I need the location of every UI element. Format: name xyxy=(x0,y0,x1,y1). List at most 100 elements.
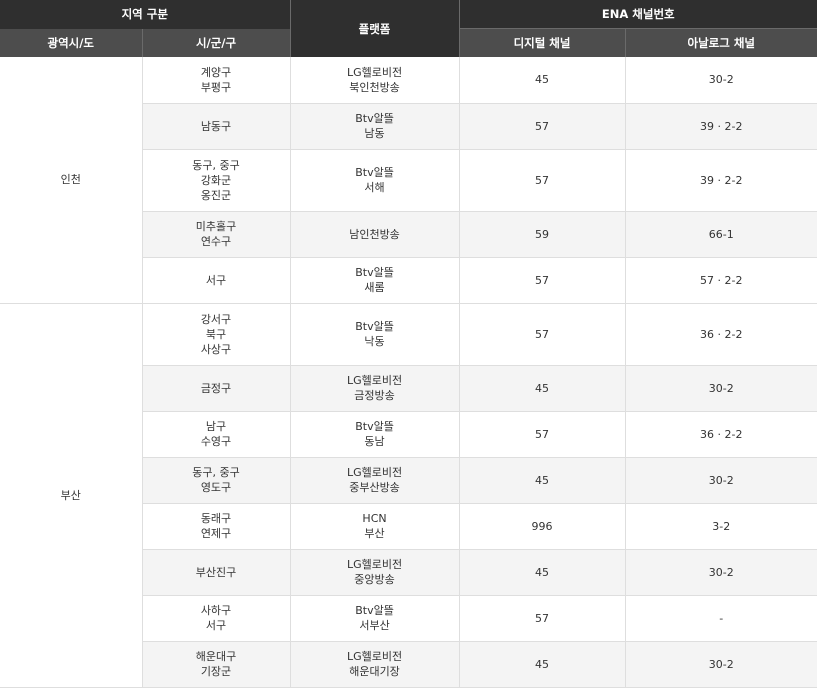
district-cell: 강서구 북구 사상구 xyxy=(142,303,291,366)
header-digital: 디지털 채널 xyxy=(459,28,626,57)
platform-cell-line: 남인천방송 xyxy=(349,227,400,241)
district-cell-line: 수영구 xyxy=(200,435,232,448)
table-row: 인천 계양구 부평구 LG헬로비전 북인천방송 45 30-2 xyxy=(0,57,817,304)
channel-table: 지역 구분 플랫폼 ENA 채널번호 광역시/도 시/군/구 디지털 채널 아날… xyxy=(0,0,817,688)
district-cell: 계양구 부평구 xyxy=(142,57,291,104)
district-cell-line: 부평구 xyxy=(200,80,232,94)
platform-cell-line: 낙동 xyxy=(364,335,385,348)
analog-channel-cell: - xyxy=(624,595,817,642)
platform-cell-line: 북인천방송 xyxy=(349,80,400,94)
district-cell: 해운대구기장군 xyxy=(142,641,291,688)
platform-cell-line: Btv알뜰 xyxy=(355,604,394,617)
platform-cell: 남인천방송 xyxy=(289,211,460,258)
district-cell-line: 동래구 xyxy=(200,512,232,525)
analog-channel-cell: 36 · 2-2 xyxy=(624,303,817,366)
platform-cell-line: Btv알뜰 xyxy=(355,112,394,125)
district-cell-line: 남구 xyxy=(205,420,227,433)
digital-channel-cell: 57 xyxy=(458,103,626,150)
platform-cell-line: HCN xyxy=(362,512,387,525)
platform-cell-line: Btv알뜰 xyxy=(355,320,394,333)
table-body: 인천 계양구 부평구 LG헬로비전 북인천방송 45 30-2 남동구 Btv알뜰 남동 57 39 … xyxy=(0,57,817,688)
platform-cell: LG헬로비전해운대기장 xyxy=(289,641,460,688)
platform-cell-line: LG헬로비전 xyxy=(346,650,403,663)
district-cell-line: 기장군 xyxy=(200,665,232,678)
district-cell: 서구 xyxy=(142,257,291,304)
header-channel-group: ENA 채널번호 xyxy=(459,0,817,29)
analog-channel-cell: 3-2 xyxy=(624,503,817,550)
platform-cell: Btv알뜰서해 xyxy=(289,149,460,212)
platform-cell: LG헬로비전 북인천방송 xyxy=(289,57,460,104)
analog-channel-cell: 36 · 2-2 xyxy=(624,411,817,458)
district-cell: 사하구서구 xyxy=(142,595,291,642)
header-region-group: 지역 구분 xyxy=(0,0,291,29)
platform-cell: LG헬로비전 중부산방송 xyxy=(289,457,460,504)
table-header: 지역 구분 플랫폼 ENA 채널번호 광역시/도 시/군/구 디지털 채널 아날… xyxy=(0,0,817,57)
platform-cell-line: 중부산방송 xyxy=(349,481,400,494)
platform-cell-line: 금정방송 xyxy=(354,389,395,402)
platform-cell: Btv알뜰서부산 xyxy=(289,595,460,642)
digital-channel-cell: 57 xyxy=(458,257,626,304)
platform-cell-line: 부산 xyxy=(364,527,385,540)
district-cell-line: 동구, 중구 xyxy=(192,158,240,172)
platform-cell: Btv알뜰 동남 xyxy=(289,411,460,458)
district-cell: 미추홀구연수구 xyxy=(142,211,291,258)
platform-cell-line: 해운대기장 xyxy=(349,665,400,678)
district-cell: 동구, 중구 영도구 xyxy=(142,457,291,504)
province-cell: 부산 xyxy=(0,303,143,688)
district-cell-line: 사하구 xyxy=(200,604,232,617)
analog-channel-cell: 30-2 xyxy=(624,641,817,688)
digital-channel-cell: 45 xyxy=(458,549,626,596)
district-cell-line: 계양구 xyxy=(200,65,232,79)
district-cell-line: 연수구 xyxy=(200,235,232,248)
digital-channel-cell: 45 xyxy=(458,57,626,104)
district-cell-line: 북구 xyxy=(205,327,227,341)
platform-cell-line: 서부산 xyxy=(359,619,390,632)
digital-channel-cell: 59 xyxy=(458,211,626,258)
platform-cell-line: 서해 xyxy=(364,181,385,194)
district-cell-line: 서구 xyxy=(205,273,227,287)
district-cell: 부산진구 xyxy=(142,549,291,596)
header-platform: 플랫폼 xyxy=(290,0,460,57)
digital-channel-cell: 996 xyxy=(458,503,626,550)
analog-channel-cell: 39 · 2-2 xyxy=(624,149,817,212)
platform-cell: LG헬로비전금정방송 xyxy=(289,365,460,412)
district-cell-line: 강화군 xyxy=(200,173,232,187)
district-cell: 동구, 중구 강화군 옹진군 xyxy=(142,149,291,212)
analog-channel-cell: 30-2 xyxy=(624,57,817,104)
platform-cell-line: 새롬 xyxy=(364,281,385,294)
digital-channel-cell: 45 xyxy=(458,641,626,688)
analog-channel-cell: 30-2 xyxy=(624,457,817,504)
platform-cell-line: 남동 xyxy=(364,127,385,140)
header-district: 시/군/구 xyxy=(142,28,291,57)
district-cell: 남구수영구 xyxy=(142,411,291,458)
district-cell: 금정구 xyxy=(142,365,291,412)
digital-channel-cell: 57 xyxy=(458,411,626,458)
district-cell-line: 부산진구 xyxy=(195,565,237,579)
platform-cell-line: 중앙방송 xyxy=(354,573,395,586)
district-cell-line: 금정구 xyxy=(200,381,232,395)
platform-cell: Btv알뜰낙동 xyxy=(289,303,460,366)
district-cell: 남동구 xyxy=(142,103,291,150)
platform-cell: Btv알뜰남동 xyxy=(289,103,460,150)
district-cell-line: 서구 xyxy=(205,619,227,632)
platform-cell-line: LG헬로비전 xyxy=(346,558,403,571)
district-cell-line: 옹진군 xyxy=(200,188,232,202)
platform-cell-line: Btv알뜰 xyxy=(355,166,394,179)
platform-cell-line: LG헬로비전 xyxy=(346,374,403,387)
analog-channel-cell: 30-2 xyxy=(624,549,817,596)
platform-cell: HCN 부산 xyxy=(289,503,460,550)
table-row: 부산 강서구 북구 사상구 Btv알뜰 낙동 57 36 · 2-2 xyxy=(0,303,817,688)
analog-channel-cell: 39 · 2-2 xyxy=(624,103,817,150)
digital-channel-cell: 45 xyxy=(458,457,626,504)
district-cell-line: 미추홀구 xyxy=(195,220,237,233)
district-cell-line: 동구, 중구 xyxy=(192,466,240,479)
platform-cell: Btv알뜰새롬 xyxy=(289,257,460,304)
header-row-top: 지역 구분 플랫폼 ENA 채널번호 xyxy=(0,0,817,57)
district-cell-line: 남동구 xyxy=(200,119,232,133)
district-cell-line: 강서구 xyxy=(200,312,232,326)
district-cell-line: 해운대구 xyxy=(195,650,237,663)
header-province: 광역시/도 xyxy=(0,28,143,57)
platform-cell-line: Btv알뜰 xyxy=(355,266,394,279)
district-cell-line: 연제구 xyxy=(200,527,232,540)
platform-cell-line: 동남 xyxy=(364,435,385,448)
